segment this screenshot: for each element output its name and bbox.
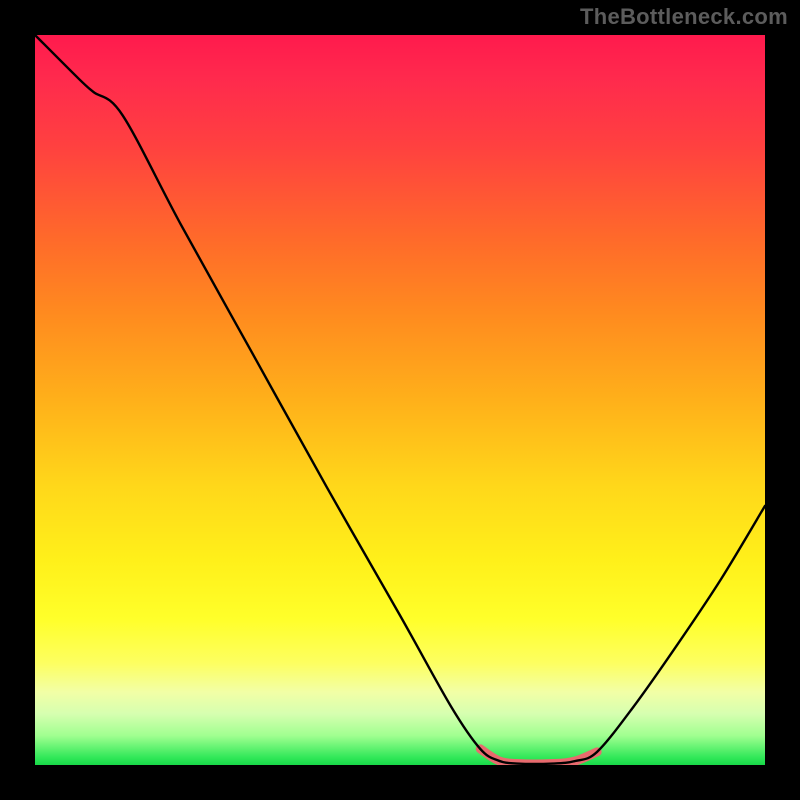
highlight-segment	[480, 749, 597, 764]
plot-area	[35, 35, 765, 765]
curve-layer	[35, 35, 765, 765]
bottleneck-curve	[35, 35, 765, 764]
watermark-text: TheBottleneck.com	[580, 4, 788, 30]
chart-frame: TheBottleneck.com	[0, 0, 800, 800]
